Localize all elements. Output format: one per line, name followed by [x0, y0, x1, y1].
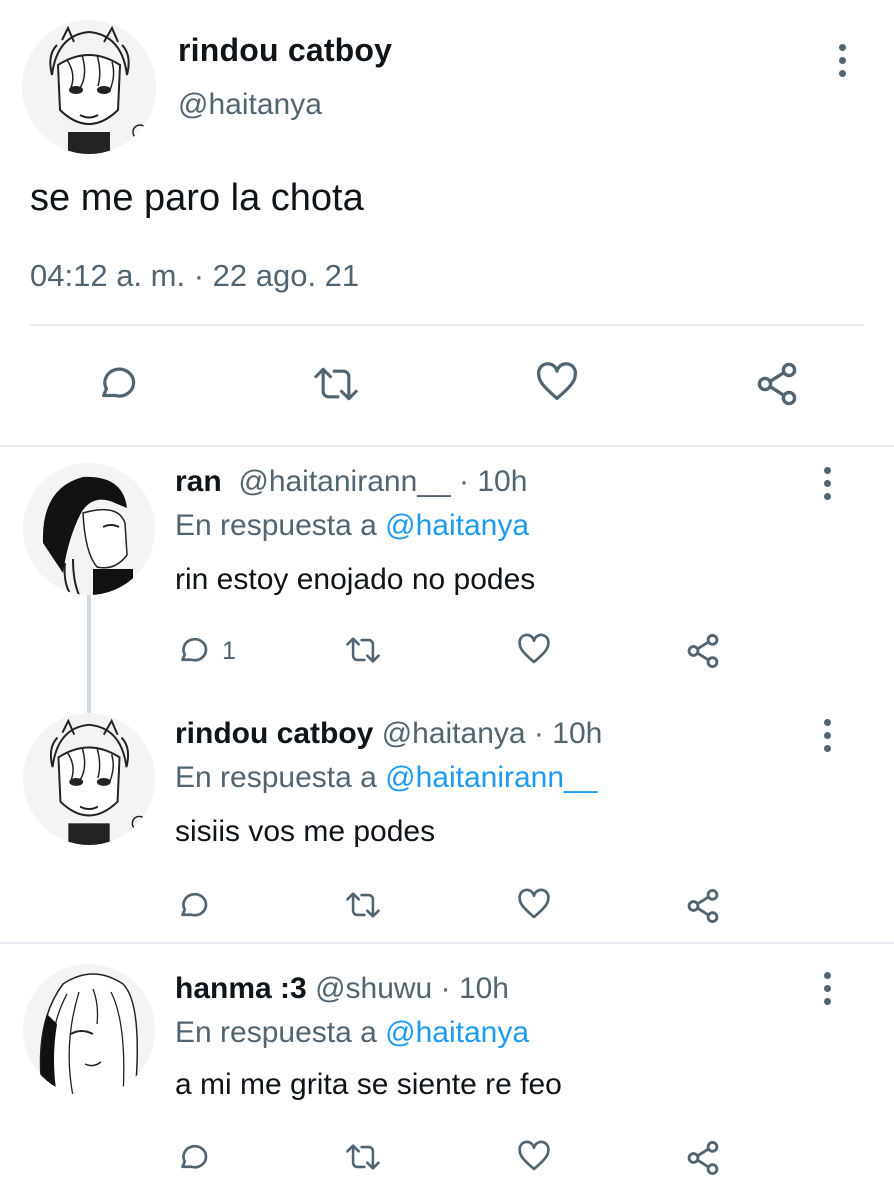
tweet-text: rin estoy enojado no podes — [175, 563, 536, 596]
reply-count: 1 — [222, 637, 236, 665]
separator-dot: · — [440, 972, 451, 1005]
separator-dot: · — [533, 717, 544, 750]
avatar[interactable] — [23, 713, 155, 845]
author-handle[interactable]: @haitanya — [178, 88, 322, 122]
avatar[interactable] — [23, 463, 155, 595]
reply-icon[interactable] — [94, 360, 140, 406]
timestamp[interactable]: 10h — [552, 717, 602, 750]
separator-dot: · — [458, 465, 469, 498]
tweet-text: sisiis vos me podes — [175, 815, 436, 848]
author-handle[interactable]: @shuwu — [315, 972, 432, 1005]
in-reply-prefix: En respuesta a — [175, 761, 377, 794]
tweet-text: se me paro la chota — [30, 177, 364, 219]
author-name[interactable]: rindou catboy — [175, 717, 373, 750]
author-handle[interactable]: @haitanya — [382, 717, 526, 750]
reply-tweet[interactable]: ran @haitanirann__ · 10h En respuesta a … — [0, 445, 894, 695]
more-vertical-icon[interactable] — [820, 972, 834, 1011]
share-icon[interactable] — [684, 887, 722, 925]
author-name[interactable]: hanma :3 — [175, 972, 307, 1005]
share-icon[interactable] — [684, 632, 722, 670]
avatar-illustration — [23, 964, 155, 1096]
author-handle[interactable]: @haitanirann__ — [238, 465, 450, 498]
in-reply-to: En respuesta a @haitanya — [175, 509, 529, 543]
like-icon[interactable] — [533, 360, 581, 406]
divider — [30, 324, 864, 326]
more-vertical-icon[interactable] — [835, 44, 849, 83]
share-icon[interactable] — [752, 360, 802, 408]
in-reply-to: En respuesta a @haitanya — [175, 1016, 529, 1050]
reply-icon[interactable] — [175, 1139, 211, 1175]
more-vertical-icon[interactable] — [820, 467, 834, 506]
retweet-icon[interactable] — [344, 633, 382, 667]
like-icon[interactable] — [515, 887, 553, 923]
timestamp[interactable]: 10h — [477, 465, 527, 498]
reply-header: rindou catboy @haitanya · 10h — [175, 717, 602, 751]
retweet-icon[interactable] — [344, 888, 382, 922]
in-reply-to: En respuesta a @haitanirann__ — [175, 761, 597, 795]
retweet-icon[interactable] — [344, 1140, 382, 1174]
reply-tweet[interactable]: rindou catboy @haitanya · 10h En respues… — [0, 697, 894, 942]
in-reply-prefix: En respuesta a — [175, 1016, 377, 1049]
reply-header: hanma :3 @shuwu · 10h — [175, 972, 509, 1006]
avatar-illustration — [23, 463, 155, 595]
main-tweet: rindou catboy @haitanya se me paro la ch… — [0, 0, 894, 445]
more-vertical-icon[interactable] — [820, 719, 834, 758]
reply-header: ran @haitanirann__ · 10h — [175, 465, 527, 499]
avatar-illustration — [23, 713, 155, 845]
reply-icon[interactable] — [175, 632, 211, 668]
avatar[interactable] — [22, 20, 156, 154]
tweet-text: a mi me grita se siente re feo — [175, 1068, 562, 1101]
reply-icon[interactable] — [175, 887, 211, 923]
mention-link[interactable]: @haitanirann__ — [385, 761, 597, 794]
timestamp[interactable]: 10h — [459, 972, 509, 1005]
tweet-timestamp[interactable]: 04:12 a. m. · 22 ago. 21 — [30, 258, 359, 294]
like-icon[interactable] — [515, 1139, 553, 1175]
author-name[interactable]: ran — [175, 465, 222, 498]
like-icon[interactable] — [515, 632, 553, 668]
avatar[interactable] — [23, 964, 155, 1096]
retweet-icon[interactable] — [312, 362, 360, 406]
author-name[interactable]: rindou catboy — [178, 32, 392, 69]
avatar-illustration — [22, 20, 156, 154]
reply-tweet[interactable]: hanma :3 @shuwu · 10h En respuesta a @ha… — [0, 944, 894, 1200]
mention-link[interactable]: @haitanya — [385, 1016, 529, 1049]
share-icon[interactable] — [684, 1139, 722, 1177]
in-reply-prefix: En respuesta a — [175, 509, 377, 542]
mention-link[interactable]: @haitanya — [385, 509, 529, 542]
